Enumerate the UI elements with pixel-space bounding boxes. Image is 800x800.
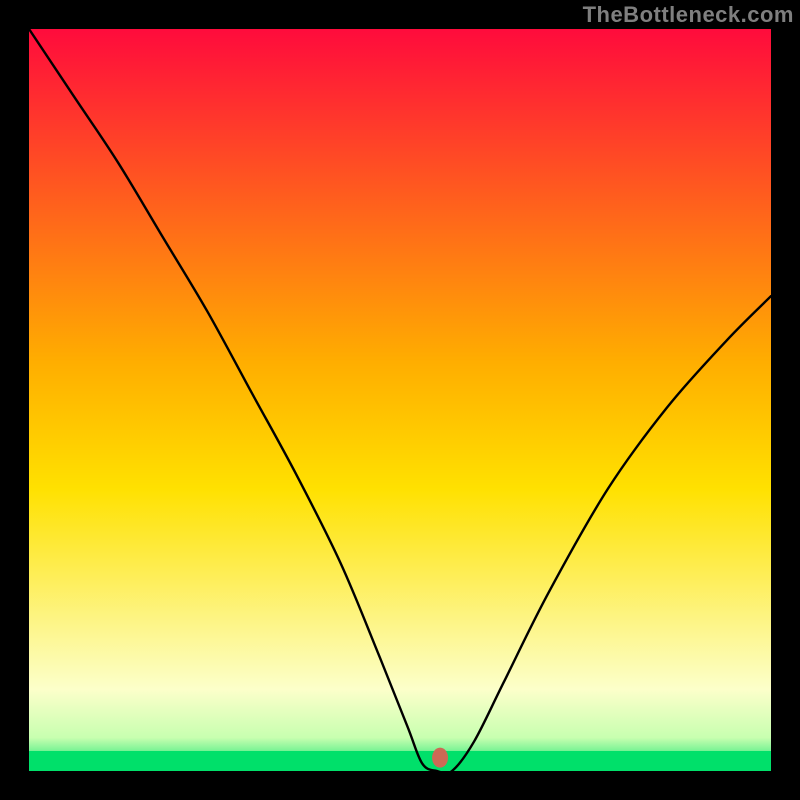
watermark-text: TheBottleneck.com [583, 2, 794, 28]
optimum-marker [432, 748, 448, 768]
gradient-background [29, 29, 771, 771]
plot-area [29, 29, 771, 773]
bottleneck-chart [0, 0, 800, 800]
chart-frame: { "watermark": { "text": "TheBottleneck.… [0, 0, 800, 800]
green-band [29, 751, 771, 771]
